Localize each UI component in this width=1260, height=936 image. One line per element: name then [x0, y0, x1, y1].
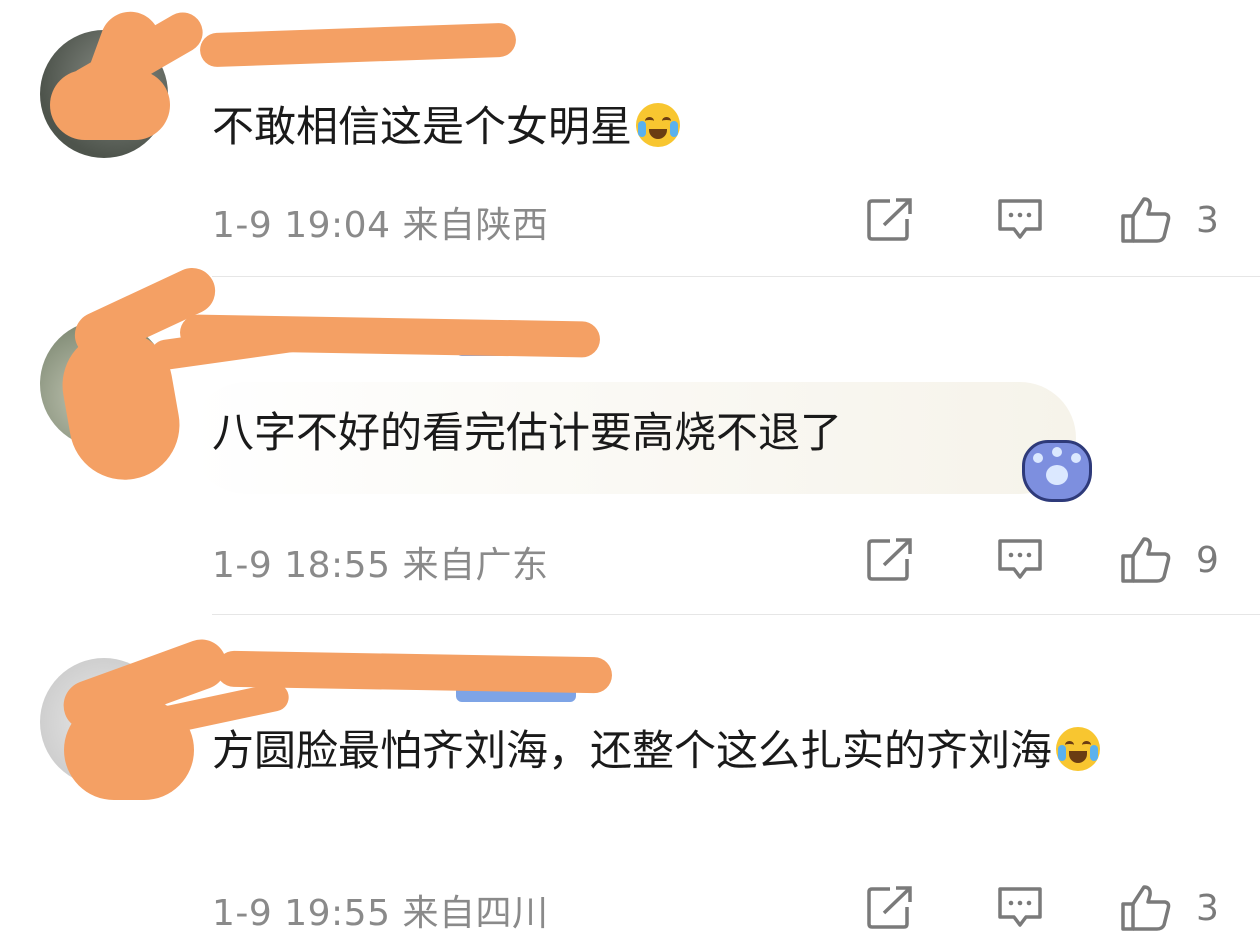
- share-button[interactable]: [866, 536, 914, 584]
- like-button[interactable]: 3: [1120, 884, 1219, 932]
- thumbs-up-icon: [1121, 885, 1171, 931]
- comment-meta: 1-9 19:55 来自四川: [212, 884, 548, 936]
- comment-location: 来自四川: [402, 893, 549, 934]
- like-count: 3: [1196, 887, 1219, 929]
- reply-button[interactable]: [996, 536, 1044, 584]
- share-button[interactable]: [866, 884, 914, 932]
- divider: [212, 276, 1260, 277]
- like-button[interactable]: 9: [1120, 536, 1219, 584]
- share-icon: [867, 886, 912, 929]
- laughing-tears-emoji: [1056, 727, 1101, 771]
- share-button[interactable]: [866, 196, 914, 244]
- comment-meta: 1-9 19:04 来自陕西: [212, 196, 548, 248]
- comment-time: 1-9 19:55: [212, 893, 391, 934]
- like-button[interactable]: 3: [1120, 196, 1219, 244]
- comment-location: 来自陕西: [402, 205, 549, 246]
- thumbs-up-icon: [1121, 197, 1171, 243]
- divider: [212, 614, 1260, 615]
- like-count: 9: [1196, 539, 1219, 581]
- comment-time: 1-9 18:55: [212, 545, 391, 586]
- reply-button[interactable]: [996, 884, 1044, 932]
- comment-meta: 1-9 18:55 来自广东: [212, 536, 548, 588]
- comment-time: 1-9 19:04: [212, 205, 391, 246]
- comment-text: 不敢相信这是个女明星: [212, 92, 681, 162]
- like-count: 3: [1196, 199, 1219, 241]
- crying-face-emoji: [636, 103, 681, 147]
- thumbs-up-icon: [1121, 537, 1171, 583]
- share-icon: [867, 198, 912, 241]
- comment-location: 来自广东: [402, 545, 549, 586]
- paw-sticker: [1022, 440, 1092, 502]
- comment-icon: [998, 539, 1042, 579]
- comment-text: 八字不好的看完估计要高烧不退了: [212, 408, 843, 457]
- reply-button[interactable]: [996, 196, 1044, 244]
- share-icon: [867, 538, 912, 581]
- comment-icon: [998, 887, 1042, 927]
- comment-text: 方圆脸最怕齐刘海，还整个这么扎实的齐刘海: [212, 716, 1202, 786]
- comment-icon: [998, 199, 1042, 239]
